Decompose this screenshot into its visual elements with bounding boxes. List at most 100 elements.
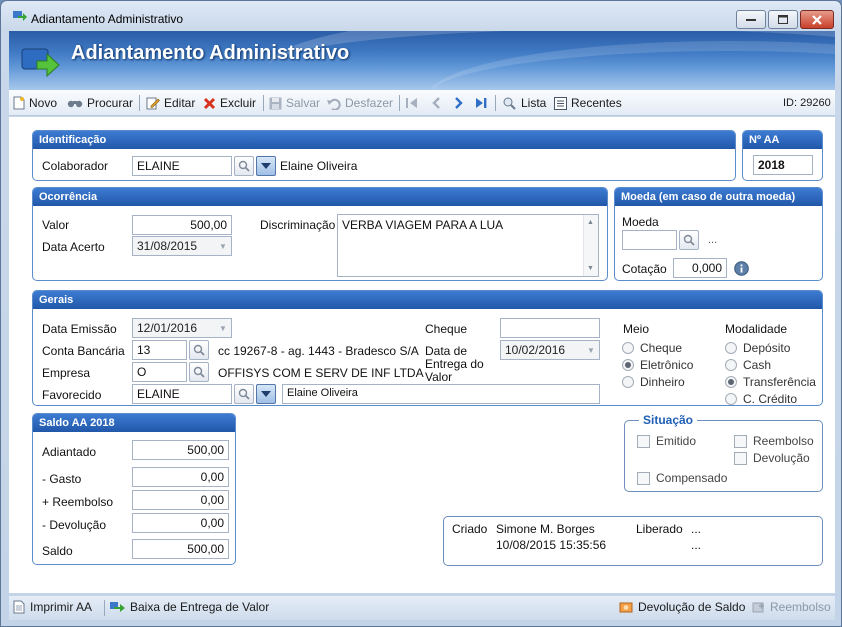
empresa-description: OFFISYS COM E SERV DE INF LTDA (218, 366, 424, 380)
data-emissao-value: 12/01/2016 (137, 321, 198, 335)
colaborador-search-button[interactable] (234, 156, 254, 176)
favorecido-search-button[interactable] (234, 384, 254, 404)
saldo-label: Saldo (42, 544, 73, 558)
favorecido-name-input[interactable]: Elaine Oliveira (282, 384, 600, 404)
moeda-search-button[interactable] (679, 230, 699, 250)
salvar-button[interactable]: Salvar (269, 95, 320, 111)
next-record-icon[interactable] (453, 96, 465, 110)
adiantado-label: Adiantado (42, 445, 97, 459)
conta-search-button[interactable] (189, 340, 209, 360)
maximize-button[interactable] (768, 10, 798, 29)
nro-aa-value[interactable]: 2018 (753, 155, 813, 175)
modalidade-option-label: Cash (743, 358, 772, 372)
cotacao-input[interactable]: 0,000 (673, 258, 727, 278)
colaborador-input[interactable]: ELAINE (132, 156, 232, 176)
recentes-button[interactable]: Recentes (554, 95, 622, 111)
saldo-value: 500,00 (132, 539, 229, 559)
conta-description: cc 19267-8 - ag. 1443 - Bradesco S/A (218, 344, 419, 358)
baixa-entrega-button[interactable]: Baixa de Entrega de Valor (110, 600, 269, 614)
maximize-icon (778, 15, 788, 24)
meio-option-dinheiro[interactable]: Dinheiro (622, 375, 685, 389)
moeda-input[interactable] (622, 230, 677, 250)
chevron-down-icon (261, 391, 271, 397)
conta-bancaria-input[interactable]: 13 (132, 340, 187, 360)
favorecido-dropdown-button[interactable] (256, 384, 276, 404)
colaborador-dropdown-button[interactable] (256, 156, 276, 176)
data-emissao-input[interactable]: 12/01/2016 ▼ (132, 318, 232, 338)
modalidade-option-transferencia[interactable]: Transferência (725, 375, 816, 389)
favorecido-input[interactable]: ELAINE (132, 384, 232, 404)
cotacao-label: Cotação (622, 262, 667, 276)
novo-label: Novo (29, 96, 58, 110)
toolbar-separator (399, 95, 400, 111)
reembolso-label: + Reembolso (42, 495, 114, 509)
valor-input[interactable]: 500,00 (132, 215, 232, 235)
modalidade-option-deposito[interactable]: Depósito (725, 341, 790, 355)
empresa-search-button[interactable] (189, 362, 209, 382)
procurar-button[interactable]: Procurar (67, 95, 133, 111)
compensado-checkbox[interactable]: Compensado (637, 471, 727, 485)
meio-option-eletronico[interactable]: Eletrônico (622, 358, 693, 372)
lista-button[interactable]: Lista (502, 95, 546, 111)
search-icon (238, 160, 250, 172)
reembolso-checkbox[interactable]: Reembolso (734, 434, 814, 448)
discriminacao-textarea[interactable]: VERBA VIAGEM PARA A LUA ▲ ▼ (337, 214, 599, 277)
emitido-checkbox[interactable]: Emitido (637, 434, 696, 448)
colaborador-label: Colaborador (42, 159, 109, 173)
moeda-panel: Moeda (em caso de outra moeda) Moeda ...… (614, 187, 823, 281)
scroll-up-icon[interactable]: ▲ (587, 219, 594, 226)
reembolso-button[interactable]: Reembolso (752, 600, 831, 614)
toolbar-separator (263, 95, 264, 111)
moeda-header: Moeda (em caso de outra moeda) (615, 188, 822, 206)
gerais-header: Gerais (33, 291, 822, 309)
salvar-label: Salvar (286, 96, 321, 110)
data-entrega-label-2: Entrega do (425, 357, 484, 371)
meio-label: Meio (623, 322, 650, 336)
moeda-description: ... (708, 234, 718, 246)
cheque-label: Cheque (425, 322, 468, 336)
ocorrencia-header: Ocorrência (33, 188, 607, 206)
close-button[interactable] (800, 10, 834, 29)
search-icon (193, 366, 205, 378)
info-icon[interactable] (734, 261, 749, 276)
modalidade-option-label: Transferência (743, 375, 816, 389)
first-record-icon[interactable] (405, 96, 419, 110)
previous-record-icon[interactable] (430, 96, 442, 110)
textarea-scrollbar[interactable]: ▲ ▼ (583, 215, 598, 276)
editar-button[interactable]: Editar (146, 95, 195, 111)
valor-label: Valor (42, 218, 70, 232)
date-dropdown-icon[interactable]: ▼ (216, 320, 230, 336)
desfazer-button[interactable]: Desfazer (327, 95, 393, 111)
date-dropdown-icon[interactable]: ▼ (216, 238, 230, 254)
meio-option-cheque[interactable]: Cheque (622, 341, 682, 355)
new-document-icon (13, 96, 25, 110)
identificacao-panel: Identificação Colaborador ELAINE Elaine … (32, 130, 736, 181)
novo-button[interactable]: Novo (13, 95, 57, 111)
data-entrega-input[interactable]: 10/02/2016 ▼ (500, 340, 600, 360)
modalidade-option-cash[interactable]: Cash (725, 358, 771, 372)
devolucao-saldo-button[interactable]: Devolução de Saldo (619, 600, 745, 614)
data-emissao-label: Data Emissão (42, 322, 117, 336)
imprimir-aa-button[interactable]: Imprimir AA (13, 600, 92, 614)
imprimir-label: Imprimir AA (30, 600, 93, 614)
data-acerto-input[interactable]: 31/08/2015 ▼ (132, 236, 232, 256)
empresa-input[interactable]: O (132, 362, 187, 382)
liberado-date: ... (691, 538, 702, 552)
date-dropdown-icon[interactable]: ▼ (584, 342, 598, 358)
recent-list-icon (554, 96, 567, 110)
minimize-button[interactable] (736, 10, 766, 29)
devolucao-label: - Devolução (42, 518, 107, 532)
desfazer-label: Desfazer (345, 96, 394, 110)
criado-date: 10/08/2015 15:35:56 (496, 538, 607, 552)
radio-circle (725, 376, 737, 388)
scroll-down-icon[interactable]: ▼ (587, 265, 594, 272)
favorecido-label: Favorecido (42, 388, 102, 402)
cheque-input[interactable] (500, 318, 600, 338)
excluir-button[interactable]: Excluir (203, 95, 256, 111)
last-record-icon[interactable] (474, 96, 488, 110)
gerais-panel: Gerais Data Emissão 12/01/2016 ▼ Conta Ba… (32, 290, 823, 406)
devolucao-checkbox[interactable]: Devolução (734, 451, 810, 465)
radio-circle (725, 359, 737, 371)
modalidade-option-credito[interactable]: C. Crédito (725, 392, 797, 406)
save-icon (269, 97, 282, 109)
